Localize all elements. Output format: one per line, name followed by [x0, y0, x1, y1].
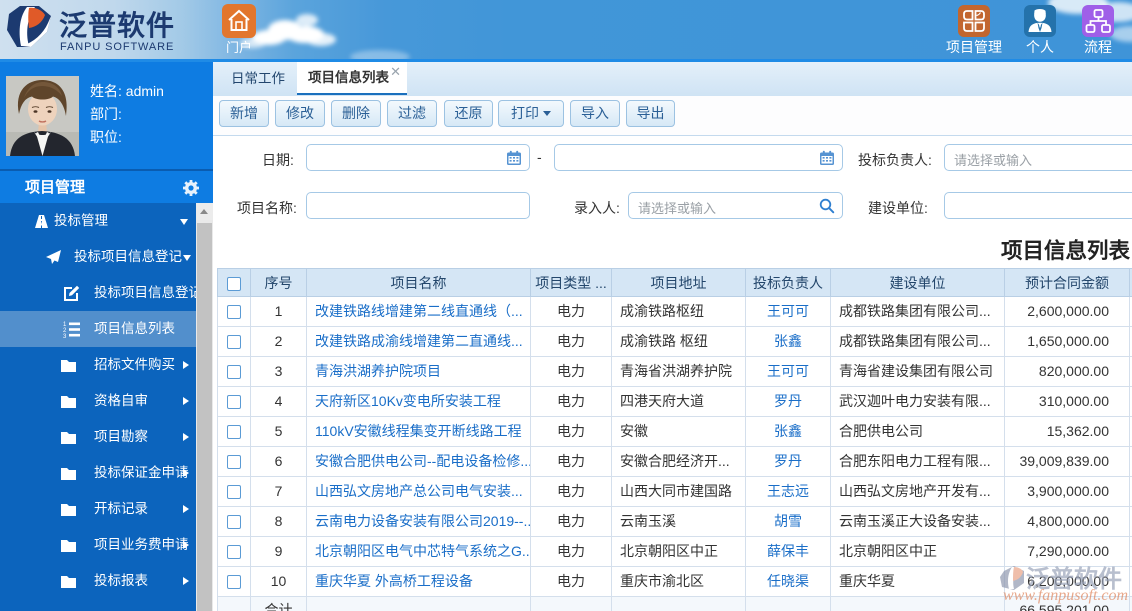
svg-text:3: 3: [63, 334, 67, 338]
